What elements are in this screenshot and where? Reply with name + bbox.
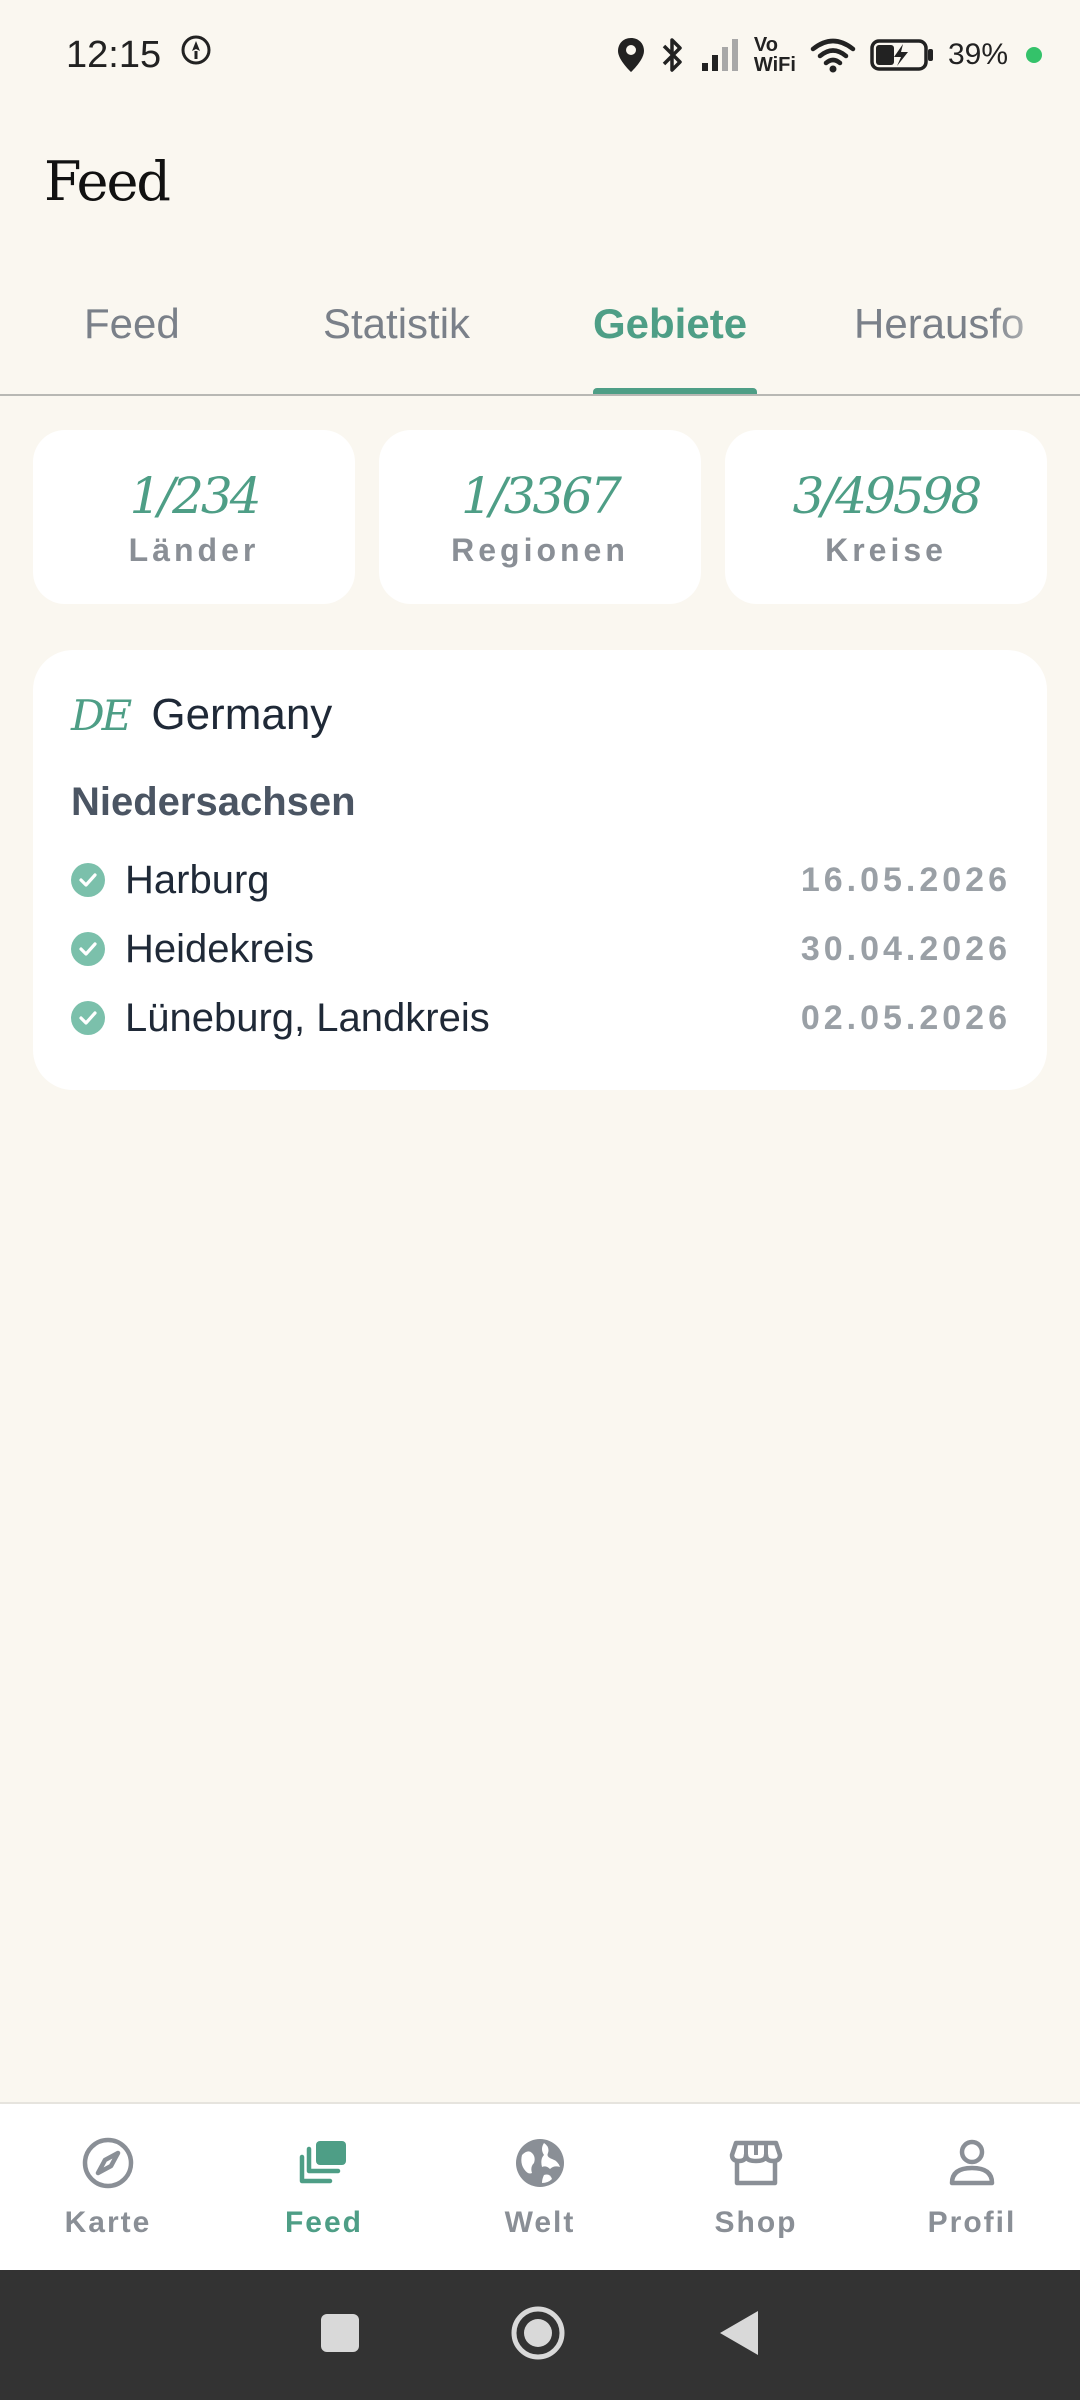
tab-fade-overlay [990,280,1080,394]
district-date: 30.04.2026 [800,929,1011,968]
status-right: Vo WiFi 39% [616,35,1042,75]
check-icon [71,863,105,897]
nav-item-profil[interactable]: Profil [872,2135,1072,2240]
district-name: Heidekreis [125,926,314,971]
district-left: Heidekreis [71,927,314,972]
compass-icon [80,2135,136,2196]
region-name: Niedersachsen [71,780,356,824]
status-bar: 12:15 Vo WiFi 39% [0,0,1080,110]
nav-item-welt[interactable]: Welt [440,2135,640,2240]
nav-label: Karte [64,2205,152,2239]
person-icon [944,2135,1000,2196]
stat-label: Kreise [825,531,947,568]
store-icon [728,2135,784,2196]
country-row: DE Germany [71,690,332,740]
nav-label: Feed [284,2205,364,2239]
region-card: DE Germany Niedersachsen Harburg 16.05.2… [33,650,1047,1090]
stat-value: 3/49598 [792,466,983,525]
home-button[interactable] [510,2305,566,2366]
country-code: DE [71,690,132,740]
nav-item-karte[interactable]: Karte [8,2135,208,2240]
district-row[interactable]: Heidekreis 30.04.2026 [71,919,1011,979]
status-time: 12:15 [66,33,162,76]
vowifi-indicator: Vo WiFi [754,35,796,75]
check-icon [71,932,105,966]
recents-button[interactable] [320,2313,360,2358]
vowifi-bottom: WiFi [753,54,796,76]
tab-gebiete[interactable]: Gebiete [593,300,747,348]
vowifi-top: Vo [753,34,778,56]
bottom-nav: Karte Feed Welt Shop Profil [0,2102,1080,2270]
stat-card-regionen: 1/3367 Regionen [379,430,701,604]
active-tab-indicator [593,388,757,394]
stat-value: 1/3367 [461,466,622,525]
tab-feed[interactable]: Feed [84,300,180,348]
stat-label: Regionen [451,531,629,568]
battery-charging-icon [870,38,934,72]
system-nav-bar [0,2270,1080,2400]
nav-label: Shop [714,2205,798,2239]
app-screen: 12:15 Vo WiFi 39% Feed Feed Statistik Ge… [0,0,1080,2400]
nav-item-shop[interactable]: Shop [656,2135,856,2240]
district-row[interactable]: Lüneburg, Landkreis 02.05.2026 [71,988,1011,1048]
battery-percentage: 39% [947,38,1008,71]
feed-icon [296,2135,352,2196]
data-saver-icon [179,33,213,77]
stat-card-kreise: 3/49598 Kreise [725,430,1047,604]
globe-icon [512,2135,568,2196]
district-name: Harburg [125,857,270,902]
check-icon [71,1001,105,1035]
bluetooth-icon [660,36,686,74]
stat-label: Länder [128,531,260,568]
nav-label: Welt [504,2205,576,2239]
district-date: 02.05.2026 [800,998,1011,1037]
nav-item-feed[interactable]: Feed [224,2135,424,2240]
district-left: Lüneburg, Landkreis [71,996,490,1041]
district-name: Lüneburg, Landkreis [125,995,490,1040]
nav-label: Profil [927,2205,1017,2239]
stat-card-laender: 1/234 Länder [33,430,355,604]
stat-value: 1/234 [129,466,261,525]
tab-statistik[interactable]: Statistik [323,300,470,348]
location-icon [616,36,646,74]
district-date: 16.05.2026 [800,860,1011,899]
signal-icon [700,37,740,73]
status-left: 12:15 [66,33,213,77]
privacy-indicator-dot [1026,47,1042,63]
district-row[interactable]: Harburg 16.05.2026 [71,850,1011,910]
back-button[interactable] [716,2309,760,2362]
country-name: Germany [151,690,333,739]
district-left: Harburg [71,858,270,903]
tab-bar: Feed Statistik Gebiete Herausfo [0,280,1080,396]
page-title: Feed [44,150,171,213]
wifi-icon [810,37,856,73]
